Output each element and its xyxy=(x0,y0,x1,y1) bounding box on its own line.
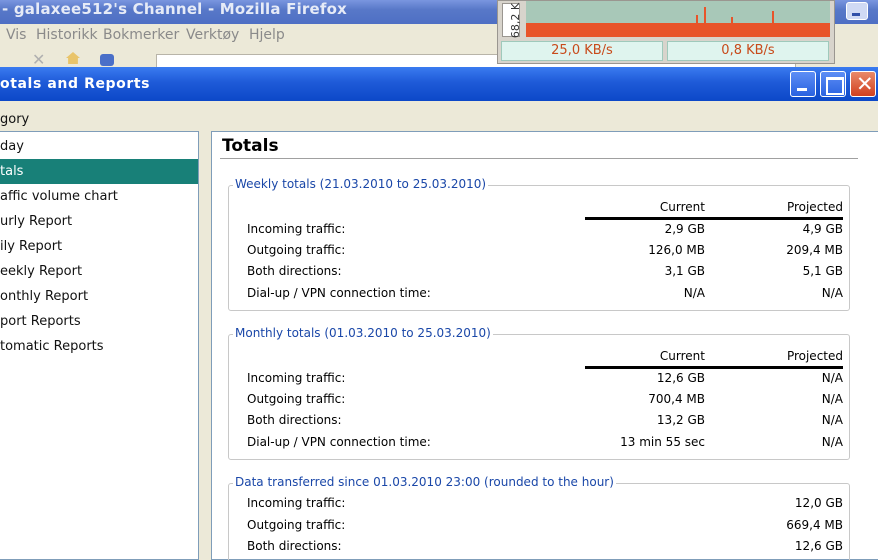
sidebar-item-traffic-volume-chart[interactable]: affic volume chart xyxy=(0,184,198,209)
row-label: Dial-up / VPN connection time: xyxy=(247,435,431,449)
row-label: Both directions: xyxy=(247,264,342,278)
row-label: Both directions: xyxy=(247,413,342,427)
home-icon[interactable] xyxy=(66,52,80,64)
meter-axis: 68,2 K xyxy=(502,2,523,39)
row-label: Outgoing traffic: xyxy=(247,243,346,257)
sidebar-item-totals[interactable]: tals xyxy=(0,159,198,184)
projected-value: 209,4 MB xyxy=(786,243,843,257)
menu-historikk[interactable]: Historikk xyxy=(36,27,98,43)
row-label: Incoming traffic: xyxy=(247,496,346,510)
menu-bokmerker[interactable]: Bokmerker xyxy=(103,27,179,43)
projected-value: N/A xyxy=(821,286,843,300)
menu-hjelp[interactable]: Hjelp xyxy=(249,27,285,43)
since-totals-group: Data transferred since 01.03.2010 23:00 … xyxy=(228,475,850,560)
browser-title: - galaxee512's Channel - Mozilla Firefox xyxy=(2,0,347,18)
sidebar-item-monthly-report[interactable]: onthly Report xyxy=(0,284,198,309)
current-value: 3,1 GB xyxy=(664,264,705,278)
row-label: Outgoing traffic: xyxy=(247,392,346,406)
sidebar-item-automatic-reports[interactable]: tomatic Reports xyxy=(0,334,198,359)
header-rule xyxy=(585,217,843,220)
row-label: Incoming traffic: xyxy=(247,222,346,236)
close-icon: ✕ xyxy=(856,72,874,96)
sidebar-item-today[interactable]: day xyxy=(0,134,198,159)
current-value: 2,9 GB xyxy=(664,222,705,236)
traffic-spike xyxy=(772,11,774,37)
traffic-graph xyxy=(526,1,830,37)
col-current: Current xyxy=(659,200,705,214)
projected-value: 4,9 GB xyxy=(802,222,843,236)
projected-value: 5,1 GB xyxy=(802,264,843,278)
row-label: Dial-up / VPN connection time: xyxy=(247,286,431,300)
traffic-bars xyxy=(526,23,830,37)
sidebar-item-hourly-report[interactable]: urly Report xyxy=(0,209,198,234)
col-projected: Projected xyxy=(786,349,843,363)
current-value: 13,2 GB xyxy=(656,413,705,427)
close-button[interactable]: ✕ xyxy=(850,71,876,97)
sidebar-item-weekly-report[interactable]: eekly Report xyxy=(0,259,198,284)
menu-vis[interactable]: Vis xyxy=(6,27,26,43)
total-value: 12,0 GB xyxy=(794,496,843,510)
title-divider xyxy=(220,158,858,159)
col-projected: Projected xyxy=(786,200,843,214)
meter-axis-label: 68,2 K xyxy=(509,2,523,39)
total-value: 669,4 MB xyxy=(786,518,843,532)
row-label: Incoming traffic: xyxy=(247,371,346,385)
page-title: Totals xyxy=(222,136,279,156)
maximize-button[interactable] xyxy=(820,71,846,97)
bookmark-icon[interactable] xyxy=(100,54,114,66)
weekly-totals-group: Weekly totals (21.03.2010 to 25.03.2010)… xyxy=(228,177,850,311)
traffic-spike xyxy=(704,7,706,37)
content-panel: Totals Weekly totals (21.03.2010 to 25.0… xyxy=(211,131,878,560)
browser-minimize-button[interactable] xyxy=(846,2,868,20)
since-legend: Data transferred since 01.03.2010 23:00 … xyxy=(233,475,616,489)
download-rate: 25,0 KB/s xyxy=(501,41,663,61)
current-value: 126,0 MB xyxy=(648,243,705,257)
total-value: 12,6 GB xyxy=(794,539,843,553)
header-rule xyxy=(585,366,843,369)
dialog-body: gory day tals affic volume chart urly Re… xyxy=(0,101,878,560)
dialog-titlebar[interactable]: otals and Reports ✕ xyxy=(0,67,878,101)
monthly-totals-group: Monthly totals (01.03.2010 to 25.03.2010… xyxy=(228,326,850,460)
projected-value: N/A xyxy=(821,413,843,427)
menu-verktoy[interactable]: Verktøy xyxy=(186,27,239,43)
category-list: day tals affic volume chart urly Report … xyxy=(0,131,199,560)
current-value: 700,4 MB xyxy=(648,392,705,406)
sidebar-item-export-reports[interactable]: port Reports xyxy=(0,309,198,334)
projected-value: N/A xyxy=(821,392,843,406)
monthly-legend: Monthly totals (01.03.2010 to 25.03.2010… xyxy=(233,326,493,340)
traffic-spike xyxy=(696,15,698,37)
current-value: 12,6 GB xyxy=(656,371,705,385)
current-value: 13 min 55 sec xyxy=(620,435,705,449)
dialog-title: otals and Reports xyxy=(0,76,151,92)
row-label: Both directions: xyxy=(247,539,342,553)
minimize-button[interactable] xyxy=(790,71,816,97)
col-current: Current xyxy=(659,349,705,363)
upload-rate: 0,8 KB/s xyxy=(667,41,829,61)
category-label: gory xyxy=(0,112,30,127)
projected-value: N/A xyxy=(821,371,843,385)
row-label: Outgoing traffic: xyxy=(247,518,346,532)
projected-value: N/A xyxy=(821,435,843,449)
current-value: N/A xyxy=(683,286,705,300)
weekly-legend: Weekly totals (21.03.2010 to 25.03.2010) xyxy=(233,177,489,191)
sidebar-item-daily-report[interactable]: ily Report xyxy=(0,234,198,259)
network-meter: 68,2 K 25,0 KB/s 0,8 KB/s xyxy=(497,0,835,64)
traffic-spike xyxy=(731,17,733,37)
